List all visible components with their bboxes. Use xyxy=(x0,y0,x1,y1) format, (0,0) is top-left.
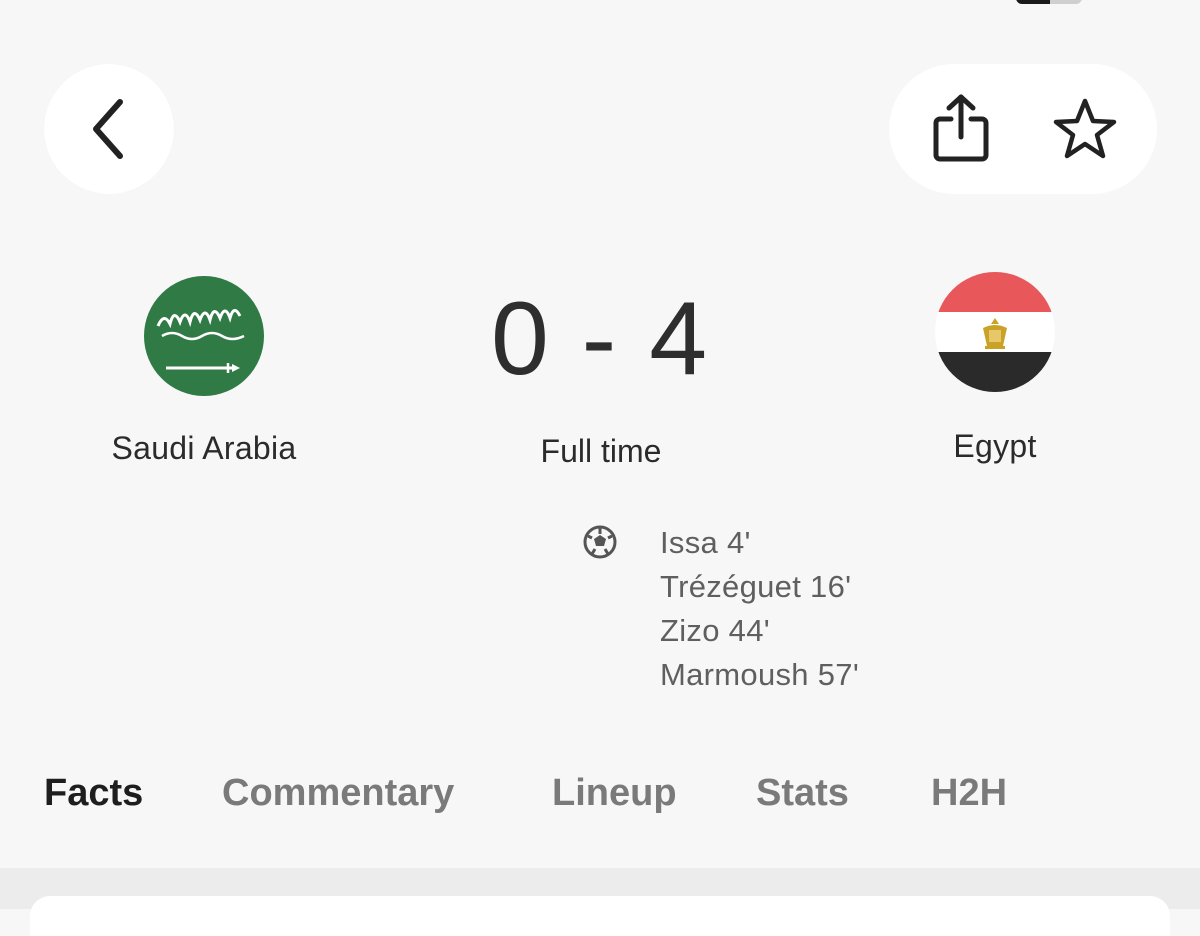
tab-h2h[interactable]: H2H xyxy=(931,772,1007,815)
tab-lineup[interactable]: Lineup xyxy=(552,772,677,815)
scorer-item[interactable]: Marmoush 57' xyxy=(660,656,859,700)
scorer-item[interactable]: Zizo 44' xyxy=(660,612,859,656)
scorer-item[interactable]: Issa 4' xyxy=(660,524,859,568)
tab-commentary[interactable]: Commentary xyxy=(222,772,454,815)
scorer-item[interactable]: Trézéguet 16' xyxy=(660,568,859,612)
header-actions xyxy=(889,64,1157,194)
away-team[interactable]: Egypt xyxy=(845,272,1145,465)
tab-stats[interactable]: Stats xyxy=(756,772,849,815)
home-team[interactable]: Saudi Arabia xyxy=(54,272,354,467)
egypt-flag-icon xyxy=(935,272,1055,392)
facts-card xyxy=(30,896,1170,936)
match-status: Full time xyxy=(540,433,662,469)
tab-facts[interactable]: Facts xyxy=(44,772,143,815)
battery-level xyxy=(1016,0,1050,4)
home-team-name: Saudi Arabia xyxy=(111,430,297,466)
soccer-ball-icon xyxy=(582,524,618,560)
chevron-left-icon xyxy=(93,99,123,159)
saudi-arabia-flag-icon xyxy=(144,276,264,396)
away-team-name: Egypt xyxy=(953,428,1037,464)
match-score: 0 - 4 xyxy=(490,281,710,397)
favorite-button[interactable] xyxy=(1040,84,1130,174)
share-button[interactable] xyxy=(916,84,1006,174)
goal-scorers-list: Issa 4' Trézéguet 16' Zizo 44' Marmoush … xyxy=(660,524,859,700)
share-icon xyxy=(933,94,989,162)
star-outline-icon xyxy=(1053,98,1117,159)
match-tabs: Facts Commentary Lineup Stats H2H xyxy=(0,772,1200,832)
battery-icon xyxy=(1016,0,1082,4)
back-button[interactable] xyxy=(44,64,174,194)
